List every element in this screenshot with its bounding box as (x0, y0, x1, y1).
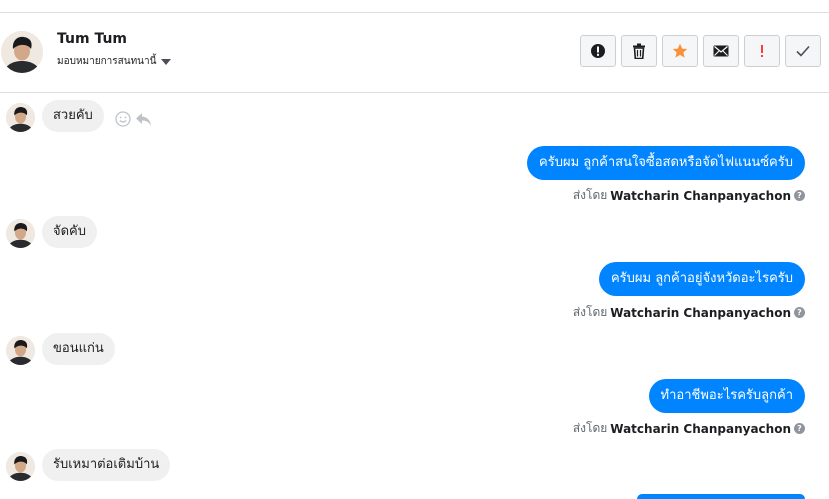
trash-icon (633, 43, 645, 59)
avatar[interactable] (6, 219, 35, 248)
sent-by-label: ส่งโดย (572, 305, 608, 319)
avatar[interactable] (6, 452, 35, 481)
incoming-message-bubble[interactable]: ขอนแก่น (42, 333, 115, 365)
sent-by-label: ส่งโดย (572, 188, 608, 202)
envelope-icon (713, 45, 729, 57)
incoming-message-bubble[interactable]: สวยคับ (42, 100, 104, 132)
caret-down-icon (161, 58, 172, 65)
sender-name: Watcharin Chanpanyachon (610, 188, 791, 203)
avatar[interactable] (6, 103, 35, 132)
toolbar (580, 35, 821, 67)
help-icon[interactable]: ? (794, 307, 805, 318)
incoming-message-bubble[interactable]: รับเหมาต่อเติมบ้าน (42, 449, 171, 481)
follow-up-button[interactable] (744, 35, 780, 67)
star-icon (672, 43, 688, 58)
sent-by-line: ส่งโดย Watcharin Chanpanyachon ? (573, 303, 805, 322)
alert-circle-icon (591, 44, 605, 58)
outgoing-message-bubble[interactable]: ทำอาชีพอะไรครับลูกค้า (648, 379, 805, 413)
sender-name: Watcharin Chanpanyachon (610, 305, 791, 320)
assign-conversation-dropdown[interactable]: มอบหมายการสนทนานี้ (57, 54, 172, 69)
sender-name: Watcharin Chanpanyachon (610, 421, 791, 436)
delete-button[interactable] (621, 35, 657, 67)
avatar[interactable] (6, 336, 35, 365)
incoming-message-bubble[interactable]: จัดคับ (42, 216, 98, 248)
emoji-reaction-icon[interactable] (115, 111, 131, 127)
conversation-header: Tum Tum มอบหมายการสนทนานี้ (0, 13, 829, 93)
mark-spam-button[interactable] (580, 35, 616, 67)
message-row: ครับผม ลูกค้าสนใจซื้อสดหรือจัดไฟแนนซ์ครั… (527, 146, 805, 180)
avatar[interactable] (1, 31, 43, 73)
check-icon (796, 45, 810, 57)
exclamation-icon (761, 45, 763, 57)
sent-by-label: ส่งโดย (572, 421, 608, 435)
help-icon[interactable]: ? (794, 423, 805, 434)
help-icon[interactable]: ? (794, 190, 805, 201)
mark-done-button[interactable] (785, 35, 821, 67)
assign-label: มอบหมายการสนทนานี้ (57, 56, 157, 67)
message-actions (115, 111, 152, 127)
contact-name[interactable]: Tum Tum (57, 31, 127, 47)
star-button[interactable] (662, 35, 698, 67)
outgoing-message-bubble[interactable]: ครับผม ลูกค้าอยู่จังหวัดอะไรครับ (598, 262, 805, 296)
outgoing-message-bubble[interactable]: ครับผม ลูกค้าสนใจซื้อสดหรือจัดไฟแนนซ์ครั… (527, 146, 805, 180)
message-row: ครับผม ลูกค้าอยู่จังหวัดอะไรครับ (598, 262, 805, 296)
sent-by-line: ส่งโดย Watcharin Chanpanyachon ? (573, 186, 805, 205)
sent-by-line: ส่งโดย Watcharin Chanpanyachon ? (573, 419, 805, 438)
reply-icon[interactable] (135, 112, 152, 127)
message-row: ทำอาชีพอะไรครับลูกค้า (648, 379, 805, 413)
mark-unread-button[interactable] (703, 35, 739, 67)
outgoing-message-bubble-partial[interactable] (637, 494, 805, 499)
